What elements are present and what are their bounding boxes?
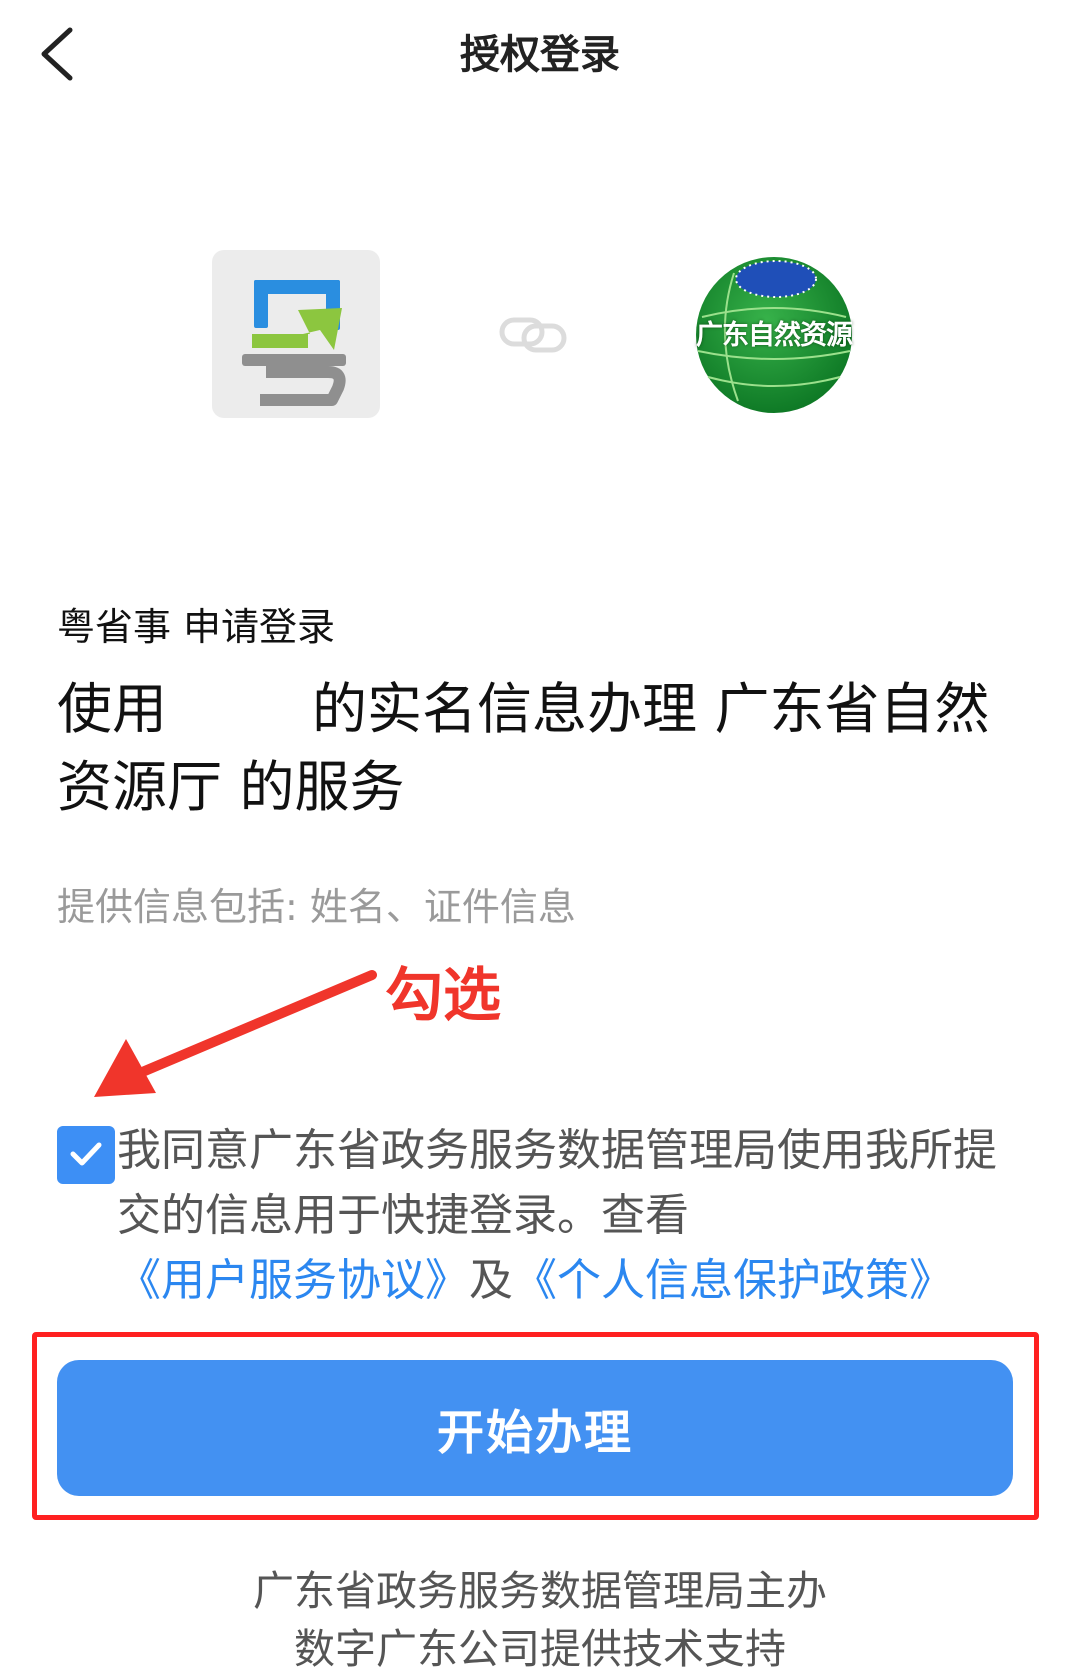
request-action: 申请登录 bbox=[183, 605, 336, 649]
agreement-and: 及 bbox=[469, 1255, 513, 1306]
user-agreement-link[interactable]: 《用户服务协议》 bbox=[117, 1255, 469, 1306]
app-name: 粤省事 bbox=[57, 605, 172, 649]
headline-part1: 使用 bbox=[57, 677, 168, 741]
agreement-body: 我同意广东省政务服务数据管理局使用我所提交的信息用于快捷登录。查看 bbox=[117, 1125, 997, 1241]
headline-part2: 的实名信息办理 广东省自然资源厅 的服务 bbox=[57, 677, 990, 819]
annotation-arrow-icon bbox=[94, 970, 377, 1097]
dept-logo-text: 广东自然资源 bbox=[696, 320, 853, 351]
start-button[interactable]: 开始办理 bbox=[57, 1360, 1013, 1496]
annotation-label: 勾选 bbox=[385, 961, 502, 1029]
privacy-policy-link[interactable]: 《个人信息保护政策》 bbox=[513, 1255, 953, 1306]
footer-line-1: 广东省政务服务数据管理局主办 bbox=[253, 1567, 827, 1615]
link-icon bbox=[499, 317, 567, 353]
info-text: 提供信息包括: 姓名、证件信息 bbox=[57, 885, 576, 929]
footer-line-2: 数字广东公司提供技术支持 bbox=[294, 1625, 786, 1673]
check-icon bbox=[70, 1142, 102, 1166]
agreement-text: 我同意广东省政务服务数据管理局使用我所提交的信息用于快捷登录。查看《用户服务协议… bbox=[117, 1118, 1027, 1313]
auth-login-page: 授权登录 广东自然资源 粤省事 申请登录 使用 的实名信息办理 广东省自然资源厅… bbox=[0, 0, 1080, 1675]
page-title: 授权登录 bbox=[460, 32, 620, 78]
footer: 广东省政务服务数据管理局主办 数字广东公司提供技术支持 bbox=[0, 1562, 1080, 1675]
agree-checkbox[interactable] bbox=[57, 1126, 115, 1184]
app-logo bbox=[212, 250, 380, 418]
yueshengshi-logo-icon bbox=[242, 280, 346, 406]
request-line: 粤省事 申请登录 bbox=[57, 596, 335, 651]
headline: 使用 的实名信息办理 广东省自然资源厅 的服务 bbox=[57, 670, 1017, 826]
